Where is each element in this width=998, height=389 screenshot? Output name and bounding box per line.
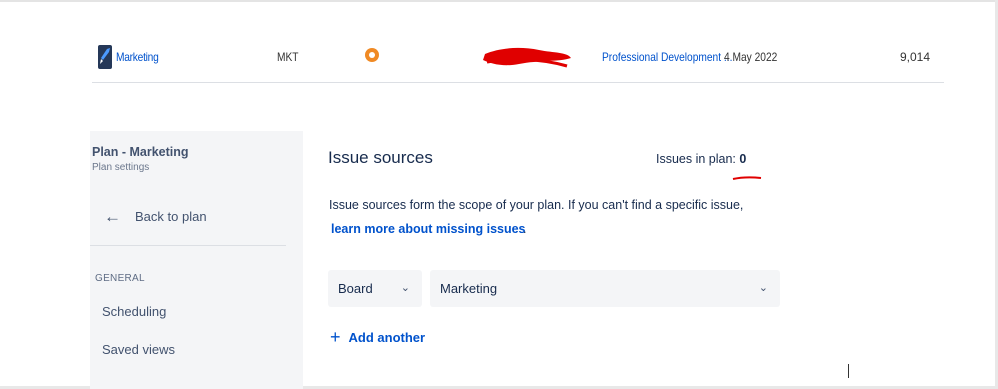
red-underline-annotation bbox=[732, 176, 762, 180]
source-type-value: Board bbox=[338, 281, 373, 296]
chevron-down-icon: ⌄ bbox=[758, 282, 768, 294]
window-top-border bbox=[0, 0, 998, 2]
issue-sources-description: Issue sources form the scope of your pla… bbox=[329, 198, 744, 212]
sidebar-item-scheduling[interactable]: Scheduling bbox=[102, 304, 166, 319]
plan-title: Plan - Marketing bbox=[92, 145, 189, 159]
rocket-icon bbox=[98, 45, 112, 69]
project-type-icon bbox=[365, 48, 379, 62]
project-category-link[interactable]: Professional Development ... bbox=[602, 50, 732, 64]
project-issue-count: 9,014 bbox=[899, 50, 930, 64]
plan-subtitle: Plan settings bbox=[92, 162, 150, 173]
text-cursor bbox=[848, 364, 849, 378]
sidebar-item-saved-views[interactable]: Saved views bbox=[102, 342, 175, 357]
project-name-link[interactable]: Marketing bbox=[116, 50, 159, 64]
issues-in-plan-label: Issues in plan: bbox=[656, 152, 736, 166]
back-to-plan-label: Back to plan bbox=[135, 209, 207, 224]
add-another-label: Add another bbox=[348, 329, 426, 345]
project-date: 4 May 2022 bbox=[724, 50, 778, 64]
learn-more-period: . bbox=[523, 222, 527, 236]
plus-icon: + bbox=[330, 327, 341, 347]
learn-more-link[interactable]: learn more about missing issues bbox=[331, 222, 526, 236]
project-row[interactable]: Marketing MKT Professional Development .… bbox=[92, 40, 944, 83]
chevron-down-icon: ⌄ bbox=[400, 282, 410, 294]
issues-in-plan: Issues in plan: 0 bbox=[656, 152, 746, 166]
arrow-left-icon: ← bbox=[104, 206, 121, 226]
redacted-lead bbox=[483, 47, 571, 68]
plan-sidebar: Plan - Marketing Plan settings ← Back to… bbox=[90, 131, 303, 389]
add-another-button[interactable]: + Add another bbox=[330, 327, 426, 347]
project-key: MKT bbox=[277, 50, 299, 64]
sidebar-group-general: GENERAL bbox=[95, 273, 145, 284]
source-board-value: Marketing bbox=[440, 281, 498, 296]
sidebar-divider bbox=[90, 245, 286, 246]
source-board-select[interactable]: Marketing ⌄ bbox=[430, 270, 780, 307]
page-title: Issue sources bbox=[328, 148, 433, 167]
issues-in-plan-value: 0 bbox=[739, 152, 747, 166]
back-to-plan-link[interactable]: ← Back to plan bbox=[104, 206, 207, 226]
source-type-select[interactable]: Board ⌄ bbox=[328, 270, 422, 307]
